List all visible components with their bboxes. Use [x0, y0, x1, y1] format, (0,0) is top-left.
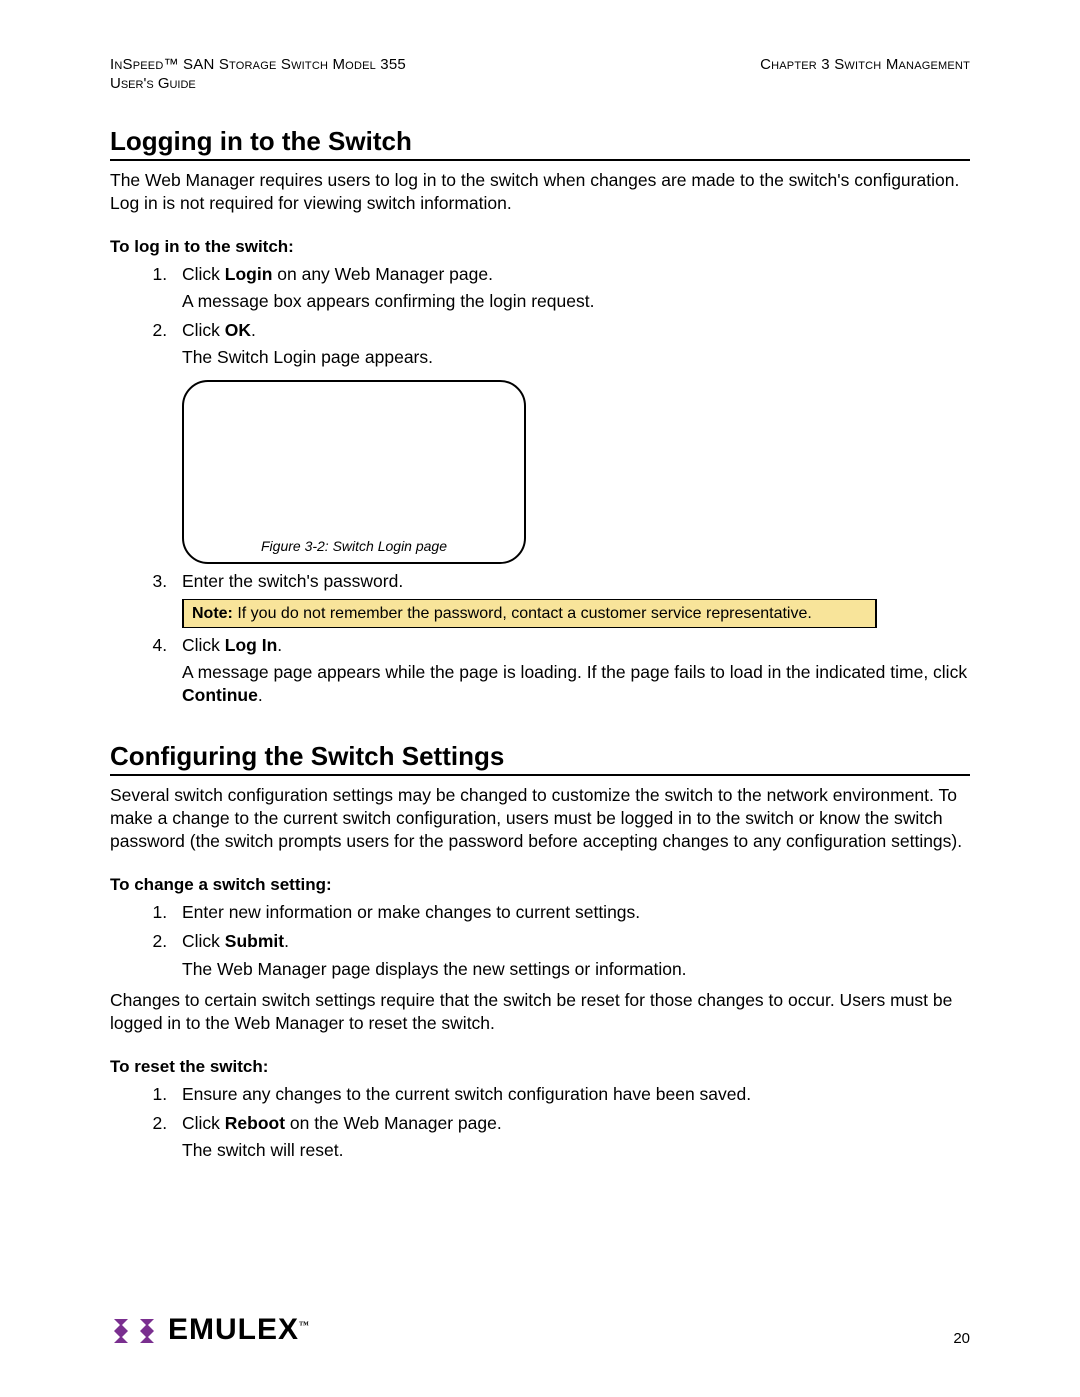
brand-name: EMULEX™ — [168, 1313, 310, 1347]
step-text: . — [284, 931, 289, 951]
section2-subhead-reset: To reset the switch: — [110, 1057, 970, 1077]
login-step-3: Enter the switch's password. Note: If yo… — [172, 570, 970, 628]
section2-para2: Changes to certain switch settings requi… — [110, 989, 970, 1035]
step-continuation: A message box appears confirming the log… — [182, 290, 970, 313]
step-text: . — [258, 685, 263, 705]
step-text: Enter the switch's password. — [182, 571, 403, 591]
note-box: Note: If you do not remember the passwor… — [182, 599, 877, 628]
reset-switch-steps: Ensure any changes to the current switch… — [110, 1083, 970, 1162]
step-text: Click — [182, 264, 225, 284]
step-continuation: The Switch Login page appears. — [182, 346, 970, 369]
figure-caption: Figure 3-2: Switch Login page — [184, 537, 524, 555]
step-text: Ensure any changes to the current switch… — [182, 1084, 751, 1104]
document-page: InSpeed™ SAN Storage Switch Model 355 Ch… — [0, 0, 1080, 1397]
running-header: InSpeed™ SAN Storage Switch Model 355 Ch… — [110, 56, 970, 73]
header-subtitle: User's Guide — [110, 75, 970, 92]
section2-intro: Several switch configuration settings ma… — [110, 784, 970, 853]
change-setting-steps: Enter new information or make changes to… — [110, 901, 970, 980]
step-text: A message page appears while the page is… — [182, 662, 967, 682]
reset-step-2: Click Reboot on the Web Manager page. Th… — [172, 1112, 970, 1162]
header-product: InSpeed™ SAN Storage Switch Model 355 — [110, 56, 406, 73]
step-bold: Log In — [225, 635, 277, 655]
step-continuation: The Web Manager page displays the new se… — [182, 958, 970, 981]
step-text: . — [277, 635, 282, 655]
note-text: If you do not remember the password, con… — [233, 605, 812, 622]
header-chapter: Chapter 3 Switch Management — [760, 56, 970, 73]
section-heading-logging-in: Logging in to the Switch — [110, 126, 970, 161]
step-text: Click — [182, 635, 225, 655]
figure-switch-login: Figure 3-2: Switch Login page — [182, 380, 526, 564]
step-bold: Continue — [182, 685, 258, 705]
change-step-1: Enter new information or make changes to… — [172, 901, 970, 924]
emulex-mark-icon — [110, 1313, 158, 1347]
step-continuation: A message page appears while the page is… — [182, 661, 970, 707]
step-bold: Submit — [225, 931, 284, 951]
step-text: on any Web Manager page. — [272, 264, 493, 284]
step-continuation: The switch will reset. — [182, 1139, 970, 1162]
reset-step-1: Ensure any changes to the current switch… — [172, 1083, 970, 1106]
step-bold: OK — [225, 320, 251, 340]
brand-logo: EMULEX™ — [110, 1313, 310, 1347]
step-text: Click — [182, 320, 225, 340]
login-step-1: Click Login on any Web Manager page. A m… — [172, 263, 970, 313]
step-bold: Login — [225, 264, 273, 284]
page-number: 20 — [953, 1330, 970, 1347]
trademark-symbol: ™ — [299, 1320, 310, 1331]
page-footer: EMULEX™ 20 — [110, 1313, 970, 1347]
login-step-2: Click OK. The Switch Login page appears.… — [172, 319, 970, 563]
login-steps-list: Click Login on any Web Manager page. A m… — [110, 263, 970, 707]
step-text: Enter new information or make changes to… — [182, 902, 640, 922]
section1-subhead: To log in to the switch: — [110, 237, 970, 257]
section2-subhead-change: To change a switch setting: — [110, 875, 970, 895]
section1-intro: The Web Manager requires users to log in… — [110, 169, 970, 215]
step-text: on the Web Manager page. — [285, 1113, 502, 1133]
step-text: Click — [182, 1113, 225, 1133]
step-text: . — [251, 320, 256, 340]
note-label: Note: — [192, 605, 233, 622]
login-step-4: Click Log In. A message page appears whi… — [172, 634, 970, 707]
change-step-2: Click Submit. The Web Manager page displ… — [172, 930, 970, 980]
section-heading-configuring: Configuring the Switch Settings — [110, 741, 970, 776]
step-bold: Reboot — [225, 1113, 285, 1133]
brand-text: EMULEX — [168, 1313, 299, 1346]
step-text: Click — [182, 931, 225, 951]
